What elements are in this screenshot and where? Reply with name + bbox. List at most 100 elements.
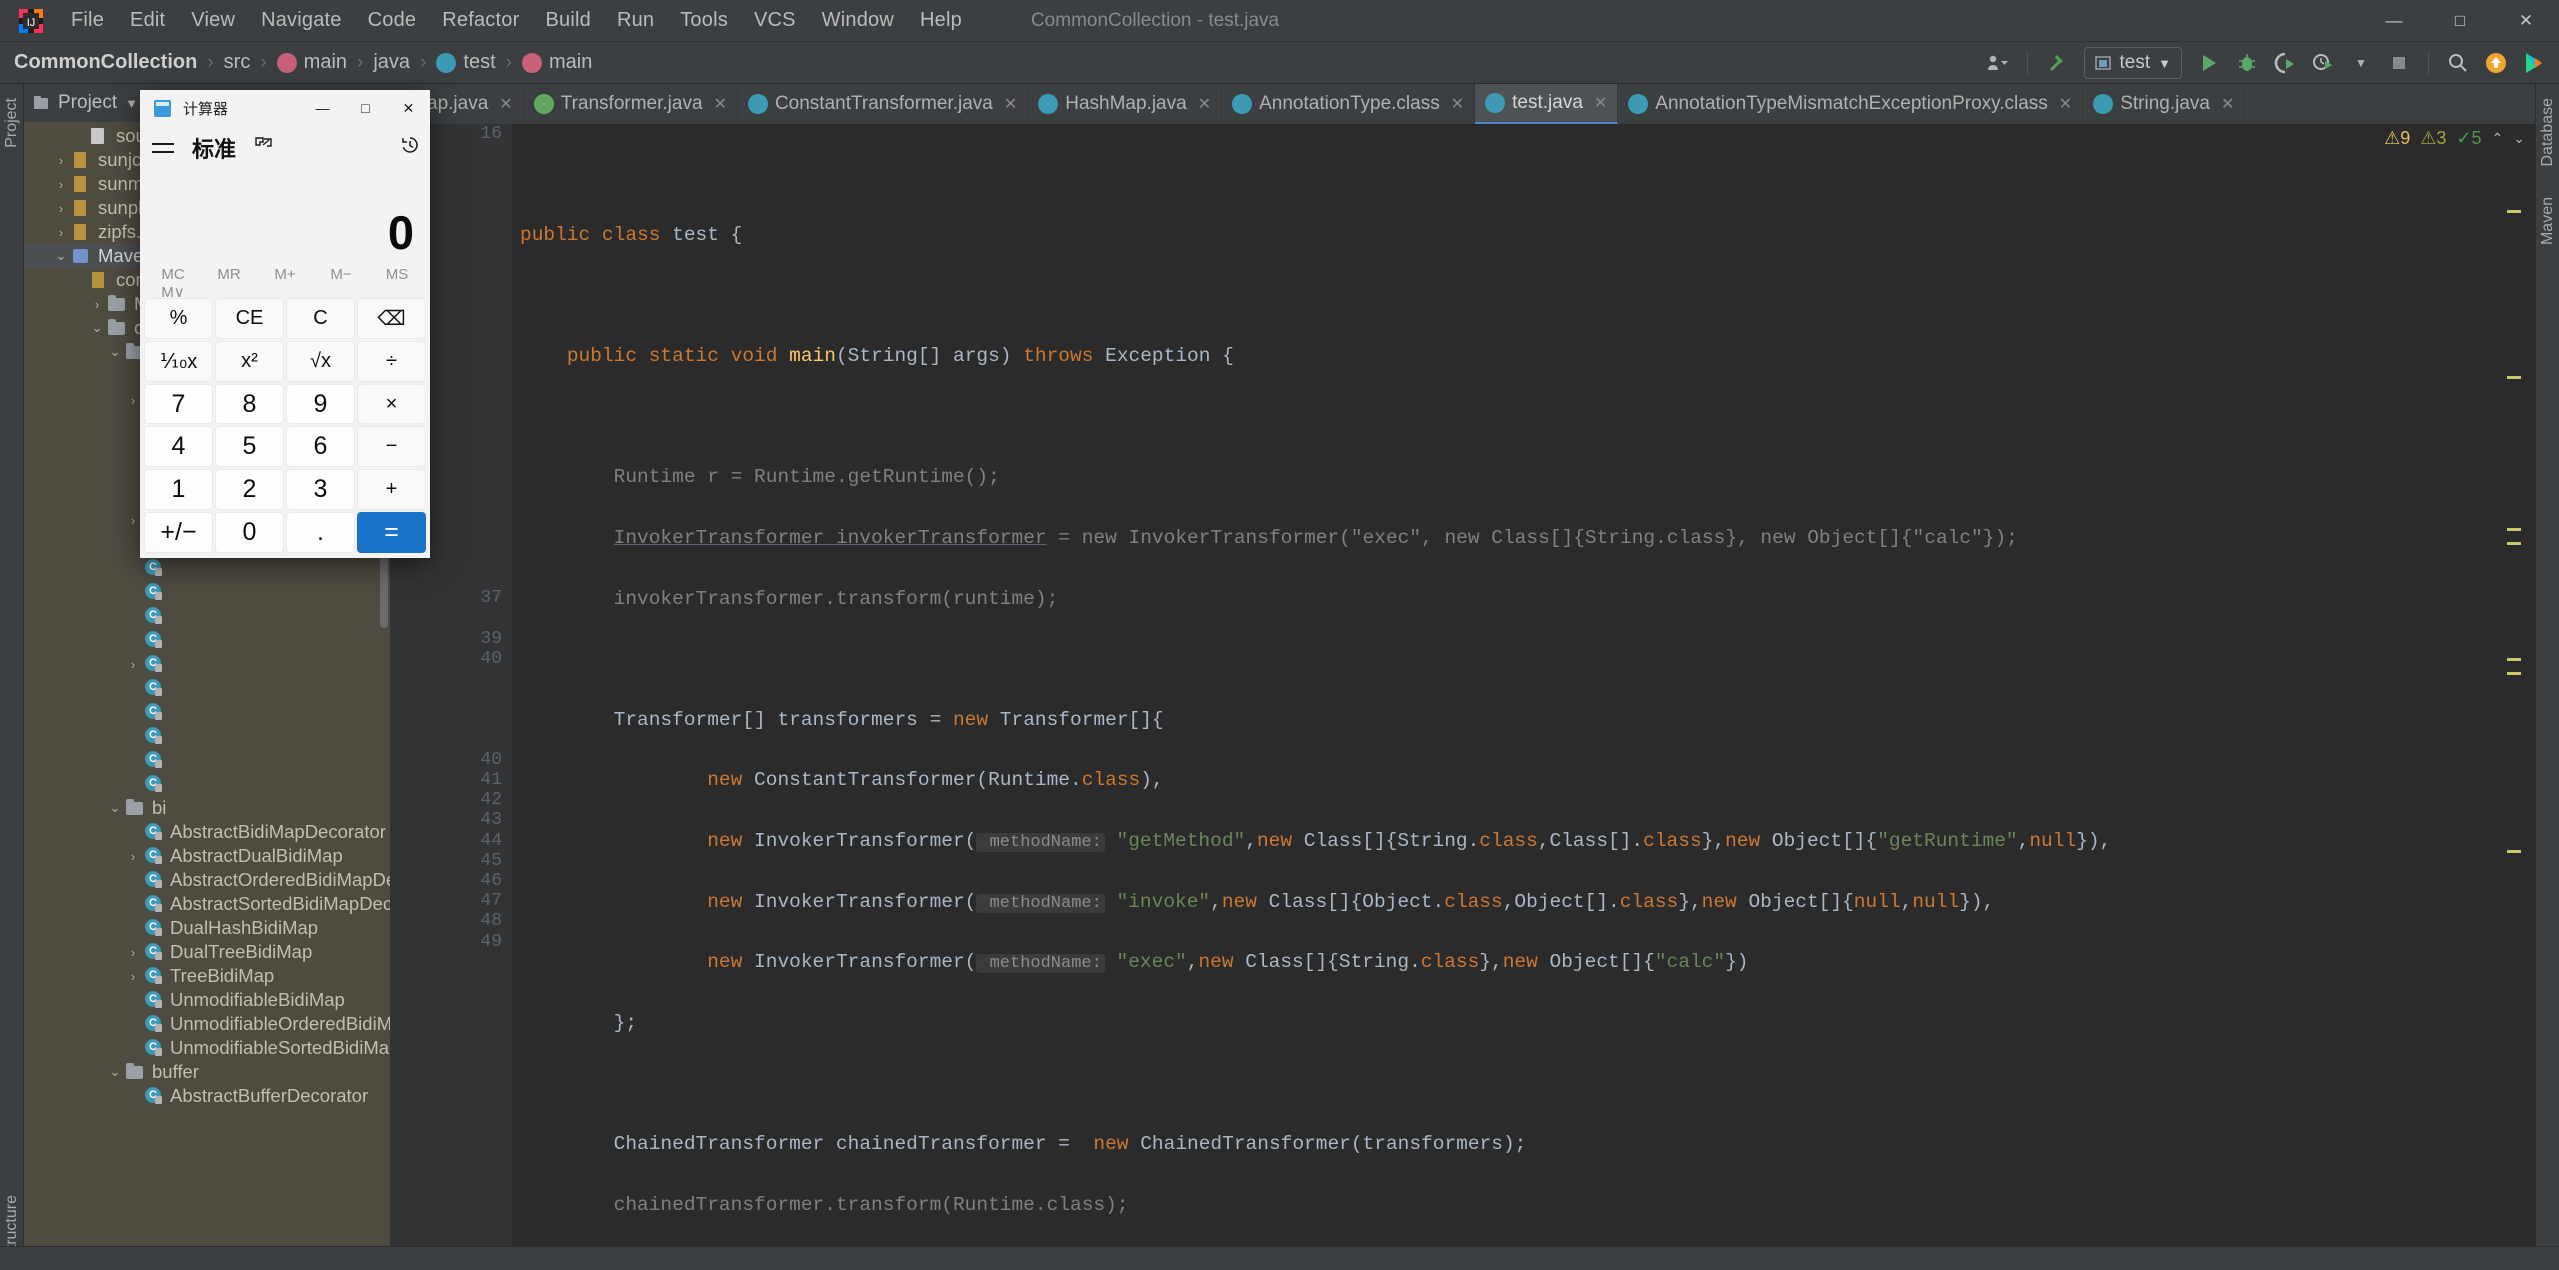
user-dropdown-icon[interactable]: [1981, 46, 2015, 80]
ide-logo-icon[interactable]: [2517, 46, 2551, 80]
menu-item-build[interactable]: Build: [532, 9, 603, 32]
menu-item-run[interactable]: Run: [604, 9, 667, 32]
line-number[interactable]: 46: [390, 871, 512, 891]
line-number[interactable]: 42: [390, 790, 512, 810]
calculator-maximize-button[interactable]: □: [344, 90, 387, 126]
run-with-coverage-button[interactable]: [2268, 46, 2302, 80]
toolwindow-database-button[interactable]: Database: [2539, 98, 2557, 167]
close-tab-icon[interactable]: ✕: [1004, 94, 1017, 114]
calc-key-5[interactable]: 5: [215, 426, 284, 468]
calc-key-[interactable]: ⌫: [357, 298, 426, 339]
line-number[interactable]: 47: [390, 891, 512, 911]
tree-item[interactable]: AbstractBufferDecorator: [24, 1084, 390, 1108]
editor-tab[interactable]: AnnotationType.class ✕: [1222, 84, 1476, 124]
menu-item-help[interactable]: Help: [907, 9, 975, 32]
calc-key-[interactable]: =: [357, 512, 426, 553]
memory-key-ms[interactable]: MS: [369, 266, 425, 283]
chevron-right-icon[interactable]: ›: [52, 177, 70, 192]
profiler-dropdown-icon[interactable]: ▼: [2344, 46, 2378, 80]
tree-item[interactable]: [24, 700, 390, 724]
tree-item[interactable]: AbstractOrderedBidiMapDecorator: [24, 868, 390, 892]
line-number[interactable]: 43: [390, 810, 512, 830]
tree-item[interactable]: ›: [24, 652, 390, 676]
chevron-down-icon[interactable]: ▼: [125, 96, 138, 111]
breadcrumb-item-main[interactable]: main: [521, 51, 592, 74]
calc-key-7[interactable]: 7: [144, 383, 213, 425]
memory-key-mr[interactable]: MR: [201, 266, 257, 283]
close-tab-icon[interactable]: ✕: [1451, 94, 1464, 114]
stop-button[interactable]: [2382, 46, 2416, 80]
line-number[interactable]: 45: [390, 851, 512, 871]
chevron-down-icon[interactable]: ⌄: [106, 344, 124, 360]
profiler-button[interactable]: [2306, 46, 2340, 80]
line-number[interactable]: 39: [390, 629, 512, 649]
close-button[interactable]: ✕: [2493, 0, 2559, 42]
chevron-right-icon[interactable]: ›: [124, 969, 142, 984]
close-tab-icon[interactable]: ✕: [714, 94, 727, 114]
build-hammer-icon[interactable]: [2040, 46, 2074, 80]
calc-key-3[interactable]: 3: [286, 469, 355, 511]
calc-key-0[interactable]: 0: [215, 512, 284, 553]
calc-key-4[interactable]: 4: [144, 426, 213, 468]
tree-item[interactable]: › AbstractDualBidiMap: [24, 844, 390, 868]
editor-content[interactable]: public class test { public static void m…: [516, 124, 2535, 1270]
editor-tab[interactable]: String.java ✕: [2083, 84, 2246, 124]
close-tab-icon[interactable]: ✕: [1198, 94, 1211, 114]
editor-tab[interactable]: ConstantTransformer.java ✕: [738, 84, 1029, 124]
calc-key-x[interactable]: √x: [286, 340, 355, 382]
toolwindow-maven-button[interactable]: Maven: [2539, 197, 2557, 245]
line-number[interactable]: 40: [390, 649, 512, 669]
chevron-right-icon[interactable]: ›: [52, 201, 70, 216]
run-button[interactable]: [2192, 46, 2226, 80]
maximize-button[interactable]: □: [2427, 0, 2493, 42]
chevron-right-icon[interactable]: ›: [88, 297, 106, 312]
chevron-down-icon[interactable]: ⌄: [2513, 130, 2525, 147]
tree-item[interactable]: [24, 556, 390, 580]
line-number[interactable]: 41: [390, 770, 512, 790]
tree-item[interactable]: [24, 604, 390, 628]
breadcrumb-item-java[interactable]: java: [373, 51, 410, 74]
tree-item[interactable]: AbstractBidiMapDecorator: [24, 820, 390, 844]
calc-key-8[interactable]: 8: [215, 383, 284, 425]
calculator-minimize-button[interactable]: —: [301, 90, 344, 126]
calc-key-[interactable]: +: [357, 469, 426, 511]
memory-key-mc[interactable]: MC: [145, 266, 201, 283]
line-number[interactable]: 49: [390, 932, 512, 952]
breadcrumb-item-commoncollection[interactable]: CommonCollection: [14, 51, 197, 74]
line-number[interactable]: 44: [390, 831, 512, 851]
search-everywhere-icon[interactable]: [2441, 46, 2475, 80]
calc-key-9[interactable]: 9: [286, 383, 355, 425]
menu-item-file[interactable]: File: [58, 9, 117, 32]
editor-tab[interactable]: HashMap.java ✕: [1028, 84, 1223, 124]
menu-item-tools[interactable]: Tools: [667, 9, 741, 32]
menu-item-edit[interactable]: Edit: [117, 9, 178, 32]
run-configuration-selector[interactable]: test ▼: [2083, 47, 2182, 79]
calc-key-[interactable]: ÷: [357, 340, 426, 382]
calc-key-CE[interactable]: CE: [215, 298, 284, 339]
chevron-right-icon[interactable]: ›: [52, 153, 70, 168]
calc-key-2[interactable]: 2: [215, 469, 284, 511]
line-number[interactable]: [390, 730, 512, 750]
tree-item[interactable]: [24, 748, 390, 772]
calc-key-C[interactable]: C: [286, 298, 355, 339]
line-number[interactable]: [390, 669, 512, 689]
memory-key-m+[interactable]: M+: [257, 266, 313, 283]
tree-item[interactable]: ⌄ buffer: [24, 1060, 390, 1084]
line-number[interactable]: [390, 709, 512, 729]
tree-item[interactable]: UnmodifiableSortedBidiMap: [24, 1036, 390, 1060]
calc-key-x[interactable]: x²: [215, 340, 284, 382]
close-tab-icon[interactable]: ✕: [2059, 94, 2072, 114]
menu-item-code[interactable]: Code: [355, 9, 430, 32]
inspection-widget[interactable]: ⚠9 ⚠3 ✓5 ⌃ ⌄: [2384, 128, 2525, 149]
chevron-down-icon[interactable]: ⌄: [106, 800, 124, 816]
tree-item[interactable]: › TreeBidiMap: [24, 964, 390, 988]
line-number[interactable]: [390, 689, 512, 709]
calc-key-x[interactable]: ⅒x: [144, 340, 213, 382]
code-editor[interactable]: ⚠9 ⚠3 ✓5 ⌃ ⌄ 16 37 39 40 40 41 42 43 44 45 46 47 48 4…: [390, 124, 2535, 1270]
calculator-window[interactable]: 计算器 — □ ✕ 标准 0 MC MR M+ M− MS M∨ % CE C ⌫ ⅒x x² √x ÷…: [140, 90, 430, 558]
tree-item[interactable]: [24, 724, 390, 748]
history-icon[interactable]: [400, 135, 420, 161]
tree-item[interactable]: DualHashBidiMap: [24, 916, 390, 940]
chevron-up-icon[interactable]: ⌃: [2492, 130, 2504, 147]
line-number[interactable]: [390, 568, 512, 588]
